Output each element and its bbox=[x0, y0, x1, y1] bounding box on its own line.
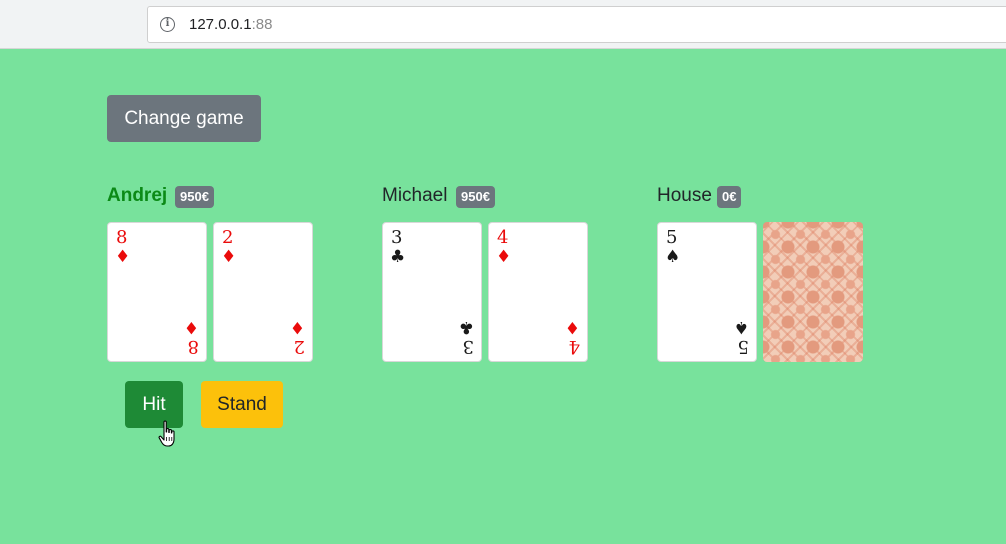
diamond-icon: ♦ bbox=[289, 317, 305, 337]
card-michael-2: 4 ♦ 4 ♦ bbox=[488, 222, 588, 362]
spade-icon: ♠ bbox=[665, 247, 681, 267]
address-bar[interactable]: i 127.0.0.1:88 bbox=[147, 6, 1006, 43]
card-corner-bottom: 8 ♦ bbox=[183, 317, 199, 357]
card-corner-bottom: 5 ♠ bbox=[733, 317, 749, 357]
card-rank: 2 bbox=[222, 227, 234, 248]
card-rank: 3 bbox=[462, 336, 474, 357]
diamond-icon: ♦ bbox=[115, 247, 131, 267]
card-rank: 4 bbox=[497, 227, 509, 248]
player-name-house: House bbox=[657, 185, 712, 206]
club-icon: ♣ bbox=[390, 247, 406, 267]
info-icon[interactable]: i bbox=[160, 17, 175, 32]
browser-toolbar: i 127.0.0.1:88 bbox=[0, 0, 1006, 49]
player-name-andrej: Andrej bbox=[107, 185, 168, 206]
diamond-icon: ♦ bbox=[221, 247, 237, 267]
balance-badge-andrej: 950€ bbox=[175, 186, 214, 208]
hand-cursor-icon bbox=[158, 420, 175, 447]
card-rank: 3 bbox=[391, 227, 403, 248]
card-rank: 5 bbox=[737, 336, 749, 357]
card-house-1: 5 ♠ 5 ♠ bbox=[657, 222, 757, 362]
card-rank: 2 bbox=[293, 336, 305, 357]
diamond-icon: ♦ bbox=[183, 317, 199, 337]
card-rank: 4 bbox=[568, 336, 580, 357]
balance-badge-house: 0€ bbox=[717, 186, 742, 208]
diamond-icon: ♦ bbox=[496, 247, 512, 267]
card-rank: 5 bbox=[666, 227, 678, 248]
url-text: 127.0.0.1:88 bbox=[189, 16, 273, 33]
change-game-button[interactable]: Change game bbox=[107, 95, 261, 142]
card-andrej-1: 8 ♦ 8 ♦ bbox=[107, 222, 207, 362]
card-corner-bottom: 4 ♦ bbox=[564, 317, 580, 357]
stand-button[interactable]: Stand bbox=[201, 381, 283, 428]
diamond-icon: ♦ bbox=[564, 317, 580, 337]
card-rank: 8 bbox=[187, 336, 199, 357]
card-back-house-hidden bbox=[763, 222, 863, 362]
card-corner-bottom: 3 ♣ bbox=[458, 317, 474, 357]
club-icon: ♣ bbox=[458, 317, 474, 337]
player-name-michael: Michael bbox=[382, 185, 448, 206]
card-andrej-2: 2 ♦ 2 ♦ bbox=[213, 222, 313, 362]
spade-icon: ♠ bbox=[733, 317, 749, 337]
card-rank: 8 bbox=[116, 227, 128, 248]
card-michael-1: 3 ♣ 3 ♣ bbox=[382, 222, 482, 362]
card-corner-bottom: 2 ♦ bbox=[289, 317, 305, 357]
balance-badge-michael: 950€ bbox=[456, 186, 495, 208]
